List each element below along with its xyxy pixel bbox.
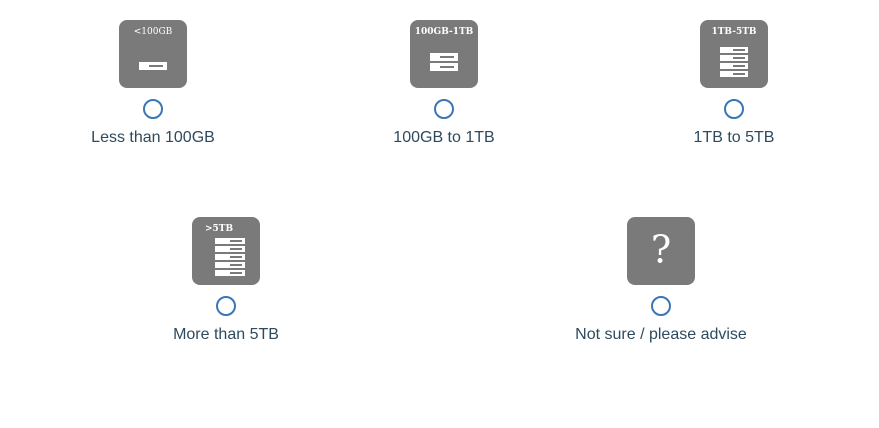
option-label: More than 5TB bbox=[173, 326, 279, 343]
option-1tb-to-5tb[interactable]: 1TB-5TB 1TB to 5TB bbox=[614, 20, 854, 147]
option-label: Less than 100GB bbox=[91, 129, 215, 146]
drive-icon bbox=[430, 63, 458, 71]
radio-more-than-5tb[interactable] bbox=[216, 296, 236, 316]
drive-icon bbox=[215, 246, 245, 252]
option-label: 100GB to 1TB bbox=[393, 129, 495, 146]
three-drives-icon[interactable]: 1TB-5TB bbox=[700, 20, 768, 88]
question-mark-icon[interactable]: ? bbox=[627, 217, 695, 285]
drive-icon bbox=[215, 270, 245, 276]
option-100gb-to-1tb[interactable]: 100GB-1TB 100GB to 1TB bbox=[324, 20, 564, 147]
drive-icon bbox=[720, 47, 748, 53]
drive-icon bbox=[215, 254, 245, 260]
drive-icon bbox=[215, 238, 245, 244]
drive-icon bbox=[215, 262, 245, 268]
option-not-sure[interactable]: ? Not sure / please advise bbox=[541, 217, 781, 344]
drive-icon bbox=[720, 55, 748, 61]
tile-label: >5TB bbox=[204, 224, 234, 234]
option-label: 1TB to 5TB bbox=[693, 129, 775, 146]
single-drive-icon[interactable]: <100GB bbox=[119, 20, 187, 88]
radio-1tb-to-5tb[interactable] bbox=[724, 99, 744, 119]
four-drives-icon[interactable]: >5TB bbox=[192, 217, 260, 285]
two-drives-icon[interactable]: 100GB-1TB bbox=[410, 20, 478, 88]
drive-icon bbox=[720, 63, 748, 69]
drive-icon bbox=[139, 62, 167, 70]
drive-icon bbox=[430, 53, 458, 61]
radio-100gb-to-1tb[interactable] bbox=[434, 99, 454, 119]
tile-label: 1TB-5TB bbox=[711, 27, 757, 37]
tile-label: <100GB bbox=[133, 27, 173, 37]
drive-icon bbox=[720, 71, 748, 77]
option-less-than-100gb[interactable]: <100GB Less than 100GB bbox=[33, 20, 273, 147]
radio-less-than-100gb[interactable] bbox=[143, 99, 163, 119]
radio-not-sure[interactable] bbox=[651, 296, 671, 316]
option-more-than-5tb[interactable]: >5TB More than 5TB bbox=[106, 217, 346, 344]
tile-label: 100GB-1TB bbox=[414, 27, 474, 37]
question-mark-glyph: ? bbox=[650, 227, 672, 272]
option-label: Not sure / please advise bbox=[575, 326, 747, 343]
